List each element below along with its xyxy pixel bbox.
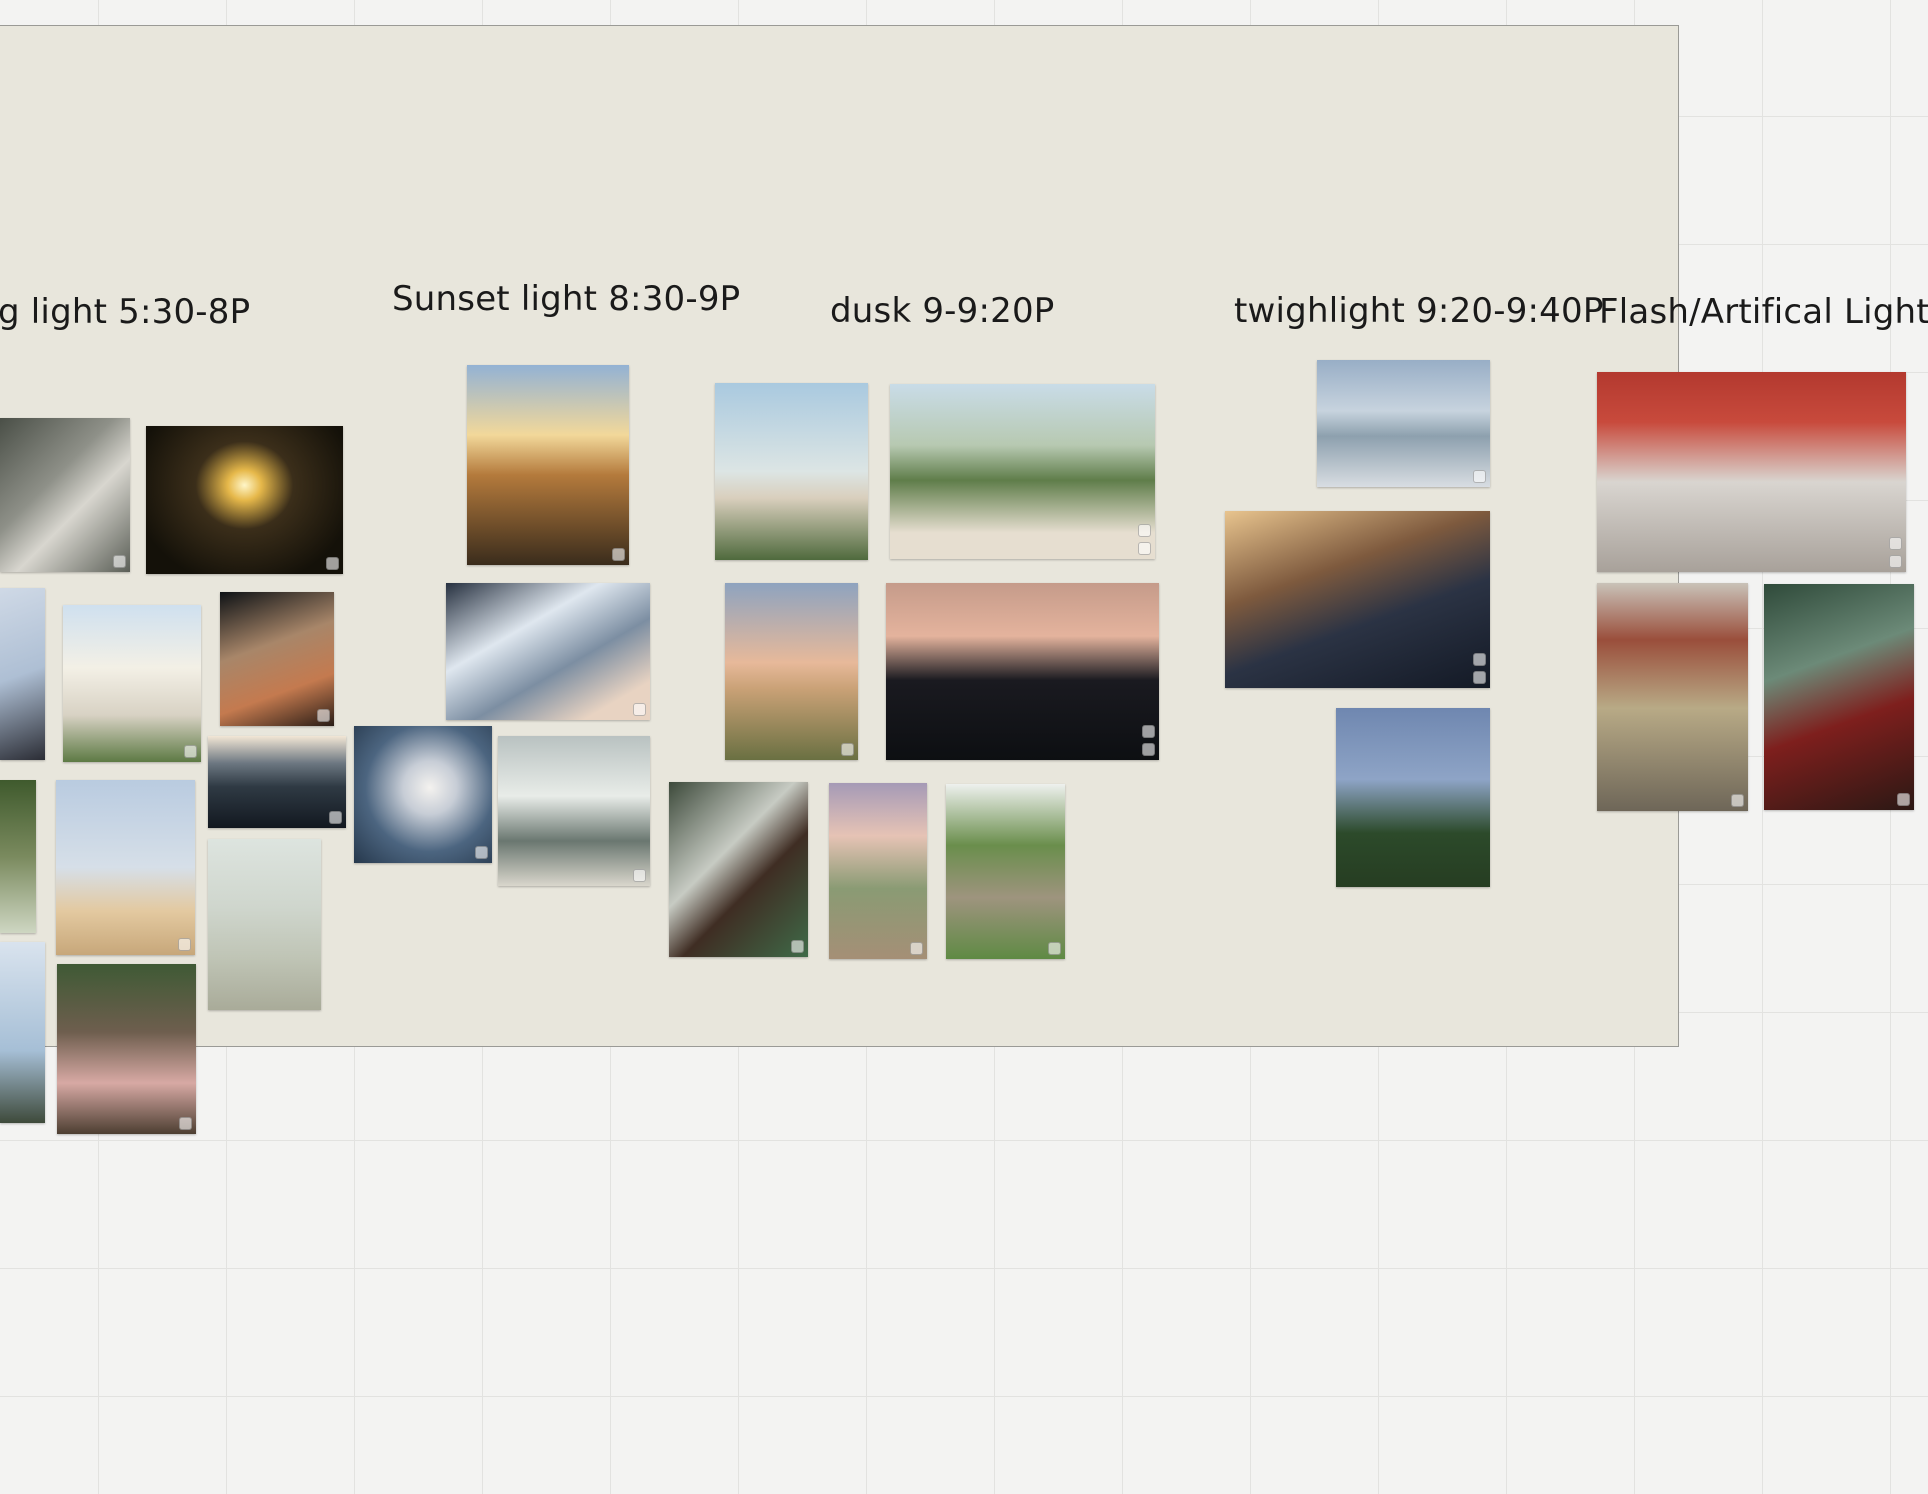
expand-icon[interactable]	[1473, 470, 1486, 483]
expand-icon[interactable]	[317, 709, 330, 722]
expand-icon[interactable]	[184, 745, 197, 758]
photo-candle-porch-dinner[interactable]	[1225, 511, 1490, 688]
expand-icon[interactable]	[633, 703, 646, 716]
comment-icon[interactable]	[1473, 671, 1486, 684]
photo-dusk-storefront[interactable]	[886, 583, 1159, 760]
column-title-twilight[interactable]: twighlight 9:20-9:40P	[1234, 291, 1604, 331]
expand-icon[interactable]	[178, 938, 191, 951]
photo-red-shirt-beer[interactable]	[1597, 372, 1906, 572]
photo-feet-foam[interactable]	[446, 583, 650, 720]
expand-icon[interactable]	[329, 811, 342, 824]
expand-icon[interactable]	[791, 940, 804, 953]
column-title-dusk[interactable]: dusk 9-9:20P	[830, 291, 1055, 331]
column-title-flash-light[interactable]: Flash/Artifical Light	[1599, 292, 1928, 332]
photo-woman-green[interactable]	[669, 782, 808, 957]
photo-flag-house[interactable]	[63, 605, 201, 762]
photo-coca-cola-bottles[interactable]	[1764, 584, 1914, 810]
comment-icon[interactable]	[1889, 555, 1902, 568]
photo-cloud-silhouette[interactable]	[354, 726, 492, 863]
expand-icon[interactable]	[1897, 793, 1910, 806]
photo-legs-wave[interactable]	[498, 736, 650, 886]
photo-keep-off-dunes-sign[interactable]	[715, 383, 868, 560]
expand-icon[interactable]	[1731, 794, 1744, 807]
photo-store-aisle-milk[interactable]	[1597, 583, 1748, 811]
photo-dusk-field[interactable]	[725, 583, 858, 760]
photo-girl-swing[interactable]	[57, 964, 196, 1134]
photo-firefly-finger[interactable]	[1336, 708, 1490, 887]
photo-dune-twilight[interactable]	[1317, 360, 1490, 487]
expand-icon[interactable]	[612, 548, 625, 561]
photo-tree-house[interactable]	[0, 780, 36, 933]
expand-icon[interactable]	[841, 743, 854, 756]
photo-sunset-grass[interactable]	[467, 365, 629, 565]
photo-birds-porch[interactable]	[56, 780, 195, 955]
photo-swing-post[interactable]	[0, 942, 45, 1123]
column-title-sunset-light[interactable]: Sunset light 8:30-9P	[392, 279, 740, 319]
photo-dune-grass[interactable]	[890, 384, 1155, 559]
photo-beach-chair-haze[interactable]	[208, 839, 321, 1010]
expand-icon[interactable]	[1889, 537, 1902, 550]
expand-icon[interactable]	[326, 557, 339, 570]
photo-car-window-dunes[interactable]	[220, 592, 334, 726]
photo-dirt-road[interactable]	[946, 784, 1065, 959]
photo-car-sun-glare[interactable]	[146, 426, 343, 574]
photo-hair-wind[interactable]	[0, 588, 45, 760]
expand-icon[interactable]	[475, 846, 488, 859]
expand-icon[interactable]	[1048, 942, 1061, 955]
comment-icon[interactable]	[1138, 542, 1151, 555]
expand-icon[interactable]	[179, 1117, 192, 1130]
comment-icon[interactable]	[1142, 743, 1155, 756]
expand-icon[interactable]	[1138, 524, 1151, 537]
photo-boardwalk-dunes[interactable]	[829, 783, 927, 959]
photo-window-dog[interactable]	[0, 418, 130, 572]
expand-icon[interactable]	[113, 555, 126, 568]
column-title-golden-light[interactable]: g light 5:30-8P	[0, 292, 250, 332]
photo-swimmers-lake[interactable]	[208, 736, 346, 828]
expand-icon[interactable]	[910, 942, 923, 955]
expand-icon[interactable]	[1473, 653, 1486, 666]
expand-icon[interactable]	[1142, 725, 1155, 738]
expand-icon[interactable]	[633, 869, 646, 882]
